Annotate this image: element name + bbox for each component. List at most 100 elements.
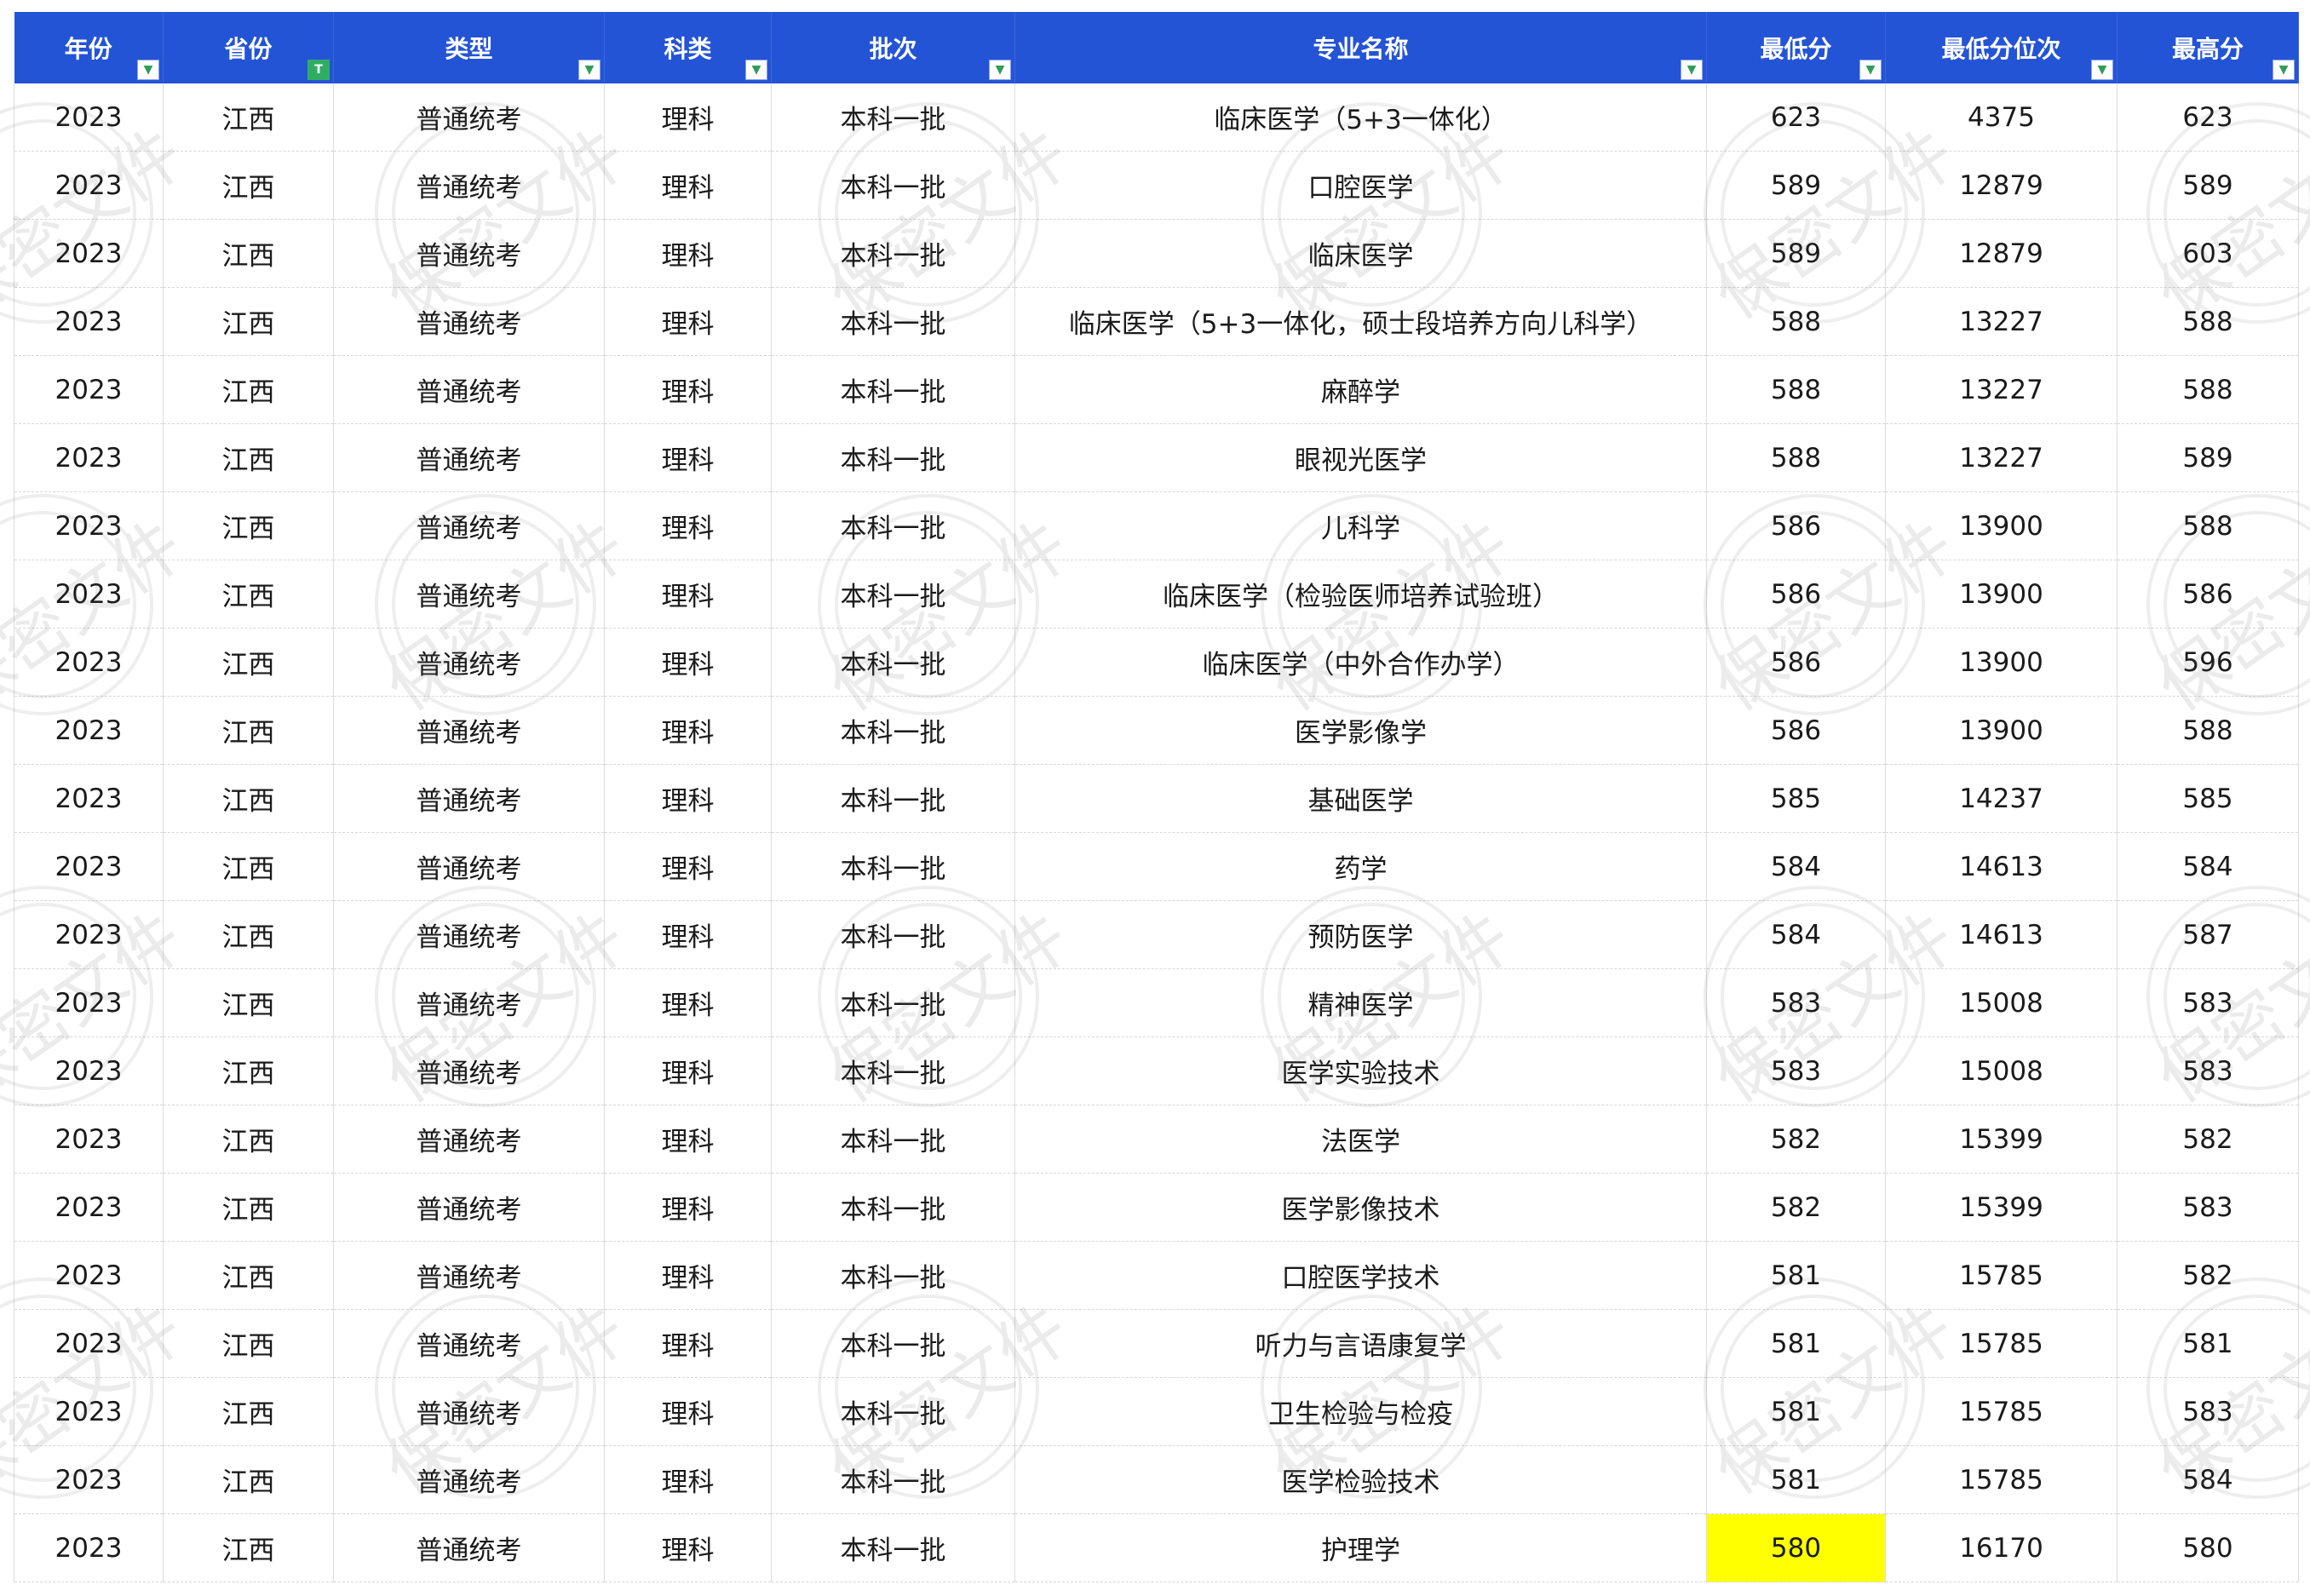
table-cell[interactable]: 2023 xyxy=(14,900,164,969)
table-cell[interactable]: 2023 xyxy=(14,764,164,833)
table-cell[interactable]: 理科 xyxy=(604,764,772,833)
table-cell[interactable]: 582 xyxy=(1706,1105,1886,1174)
table-cell[interactable]: 581 xyxy=(1706,1377,1886,1446)
table-cell[interactable]: 江西 xyxy=(163,1241,334,1310)
table-cell[interactable]: 本科一批 xyxy=(771,1241,1015,1310)
table-cell[interactable]: 588 xyxy=(1706,287,1886,356)
table-cell[interactable]: 585 xyxy=(1706,764,1886,833)
table-cell[interactable]: 普通统考 xyxy=(333,1513,605,1582)
table-cell[interactable]: 口腔医学 xyxy=(1014,151,1707,220)
table-cell[interactable]: 本科一批 xyxy=(771,900,1015,969)
table-cell[interactable]: 普通统考 xyxy=(333,1105,605,1174)
table-cell[interactable]: 2023 xyxy=(14,1377,164,1446)
table-cell[interactable]: 本科一批 xyxy=(771,1445,1015,1514)
table-cell[interactable]: 本科一批 xyxy=(771,83,1015,152)
table-cell[interactable]: 本科一批 xyxy=(771,1105,1015,1174)
table-cell[interactable]: 582 xyxy=(2117,1241,2299,1310)
table-cell[interactable]: 普通统考 xyxy=(333,968,605,1037)
table-cell[interactable]: 理科 xyxy=(604,628,772,697)
table-cell[interactable]: 583 xyxy=(2117,1036,2299,1105)
table-cell[interactable]: 596 xyxy=(2117,628,2299,697)
table-cell[interactable]: 2023 xyxy=(14,219,164,288)
table-cell[interactable]: 589 xyxy=(1706,151,1886,220)
table-cell[interactable]: 588 xyxy=(2117,355,2299,424)
table-cell[interactable]: 本科一批 xyxy=(771,1309,1015,1378)
table-cell[interactable]: 585 xyxy=(2117,764,2299,833)
table-cell[interactable]: 理科 xyxy=(604,1513,772,1582)
table-cell[interactable]: 江西 xyxy=(163,900,334,969)
table-cell[interactable]: 听力与言语康复学 xyxy=(1014,1309,1707,1378)
table-cell[interactable]: 理科 xyxy=(604,696,772,765)
table-cell[interactable]: 本科一批 xyxy=(771,832,1015,901)
table-cell[interactable]: 2023 xyxy=(14,287,164,356)
table-cell[interactable]: 588 xyxy=(2117,287,2299,356)
table-cell[interactable]: 普通统考 xyxy=(333,1036,605,1105)
column-header[interactable]: 最低分 ▼ xyxy=(1706,12,1886,83)
table-cell[interactable]: 普通统考 xyxy=(333,219,605,288)
table-cell[interactable]: 基础医学 xyxy=(1014,764,1707,833)
table-cell[interactable]: 2023 xyxy=(14,83,164,152)
table-cell[interactable]: 582 xyxy=(1706,1173,1886,1242)
table-cell[interactable]: 江西 xyxy=(163,287,334,356)
table-cell[interactable]: 临床医学 xyxy=(1014,219,1707,288)
table-cell[interactable]: 589 xyxy=(1706,219,1886,288)
table-cell[interactable]: 本科一批 xyxy=(771,423,1015,492)
filter-dropdown-icon[interactable]: ▼ xyxy=(1681,60,1703,80)
table-cell[interactable]: 理科 xyxy=(604,1377,772,1446)
table-cell[interactable]: 588 xyxy=(1706,355,1886,424)
filter-dropdown-icon[interactable]: ▼ xyxy=(745,60,767,80)
table-cell[interactable]: 江西 xyxy=(163,1445,334,1514)
table-cell[interactable]: 589 xyxy=(2117,423,2299,492)
table-cell[interactable]: 理科 xyxy=(604,560,772,629)
table-cell[interactable]: 普通统考 xyxy=(333,83,605,152)
table-cell[interactable]: 普通统考 xyxy=(333,764,605,833)
table-cell[interactable]: 理科 xyxy=(604,355,772,424)
table-cell[interactable]: 理科 xyxy=(604,832,772,901)
table-cell[interactable]: 583 xyxy=(2117,1173,2299,1242)
table-cell[interactable]: 588 xyxy=(2117,491,2299,560)
table-cell[interactable]: 江西 xyxy=(163,1105,334,1174)
table-cell[interactable]: 623 xyxy=(2117,83,2299,152)
table-cell[interactable]: 583 xyxy=(1706,968,1886,1037)
table-cell[interactable]: 江西 xyxy=(163,1377,334,1446)
table-cell[interactable]: 普通统考 xyxy=(333,1241,605,1310)
table-cell[interactable]: 15399 xyxy=(1885,1105,2118,1174)
table-cell[interactable]: 581 xyxy=(1706,1309,1886,1378)
table-cell[interactable]: 2023 xyxy=(14,832,164,901)
table-cell[interactable]: 临床医学（检验医师培养试验班） xyxy=(1014,560,1707,629)
table-cell[interactable]: 15008 xyxy=(1885,1036,2118,1105)
table-cell[interactable]: 江西 xyxy=(163,1173,334,1242)
table-cell[interactable]: 本科一批 xyxy=(771,151,1015,220)
table-cell[interactable]: 普通统考 xyxy=(333,491,605,560)
table-cell[interactable]: 586 xyxy=(1706,628,1886,697)
column-header[interactable]: 年份 ▼ xyxy=(14,12,164,83)
table-cell[interactable]: 580 xyxy=(2117,1513,2299,1582)
table-cell[interactable]: 584 xyxy=(1706,900,1886,969)
table-cell[interactable]: 584 xyxy=(2117,1445,2299,1514)
table-cell[interactable]: 麻醉学 xyxy=(1014,355,1707,424)
table-cell[interactable]: 13227 xyxy=(1885,355,2118,424)
table-cell[interactable]: 法医学 xyxy=(1014,1105,1707,1174)
table-cell[interactable]: 2023 xyxy=(14,1241,164,1310)
table-cell[interactable]: 603 xyxy=(2117,219,2299,288)
table-cell[interactable]: 587 xyxy=(2117,900,2299,969)
table-cell[interactable]: 本科一批 xyxy=(771,560,1015,629)
table-cell[interactable]: 江西 xyxy=(163,764,334,833)
column-header[interactable]: 最低分位次 ▼ xyxy=(1885,12,2118,83)
table-cell[interactable]: 16170 xyxy=(1885,1513,2118,1582)
filter-dropdown-icon[interactable]: ▼ xyxy=(1859,60,1882,80)
table-cell[interactable]: 本科一批 xyxy=(771,287,1015,356)
filter-dropdown-icon[interactable]: ▼ xyxy=(2273,60,2295,80)
table-cell[interactable]: 江西 xyxy=(163,355,334,424)
table-cell[interactable]: 理科 xyxy=(604,900,772,969)
table-cell[interactable]: 普通统考 xyxy=(333,628,605,697)
table-cell[interactable]: 2023 xyxy=(14,1173,164,1242)
table-cell[interactable]: 儿科学 xyxy=(1014,491,1707,560)
table-cell[interactable]: 2023 xyxy=(14,355,164,424)
table-cell[interactable]: 理科 xyxy=(604,1173,772,1242)
table-cell[interactable]: 586 xyxy=(1706,696,1886,765)
table-cell[interactable]: 15785 xyxy=(1885,1445,2118,1514)
table-cell[interactable]: 581 xyxy=(2117,1309,2299,1378)
table-cell[interactable]: 本科一批 xyxy=(771,1513,1015,1582)
table-cell[interactable]: 580 xyxy=(1706,1513,1886,1582)
